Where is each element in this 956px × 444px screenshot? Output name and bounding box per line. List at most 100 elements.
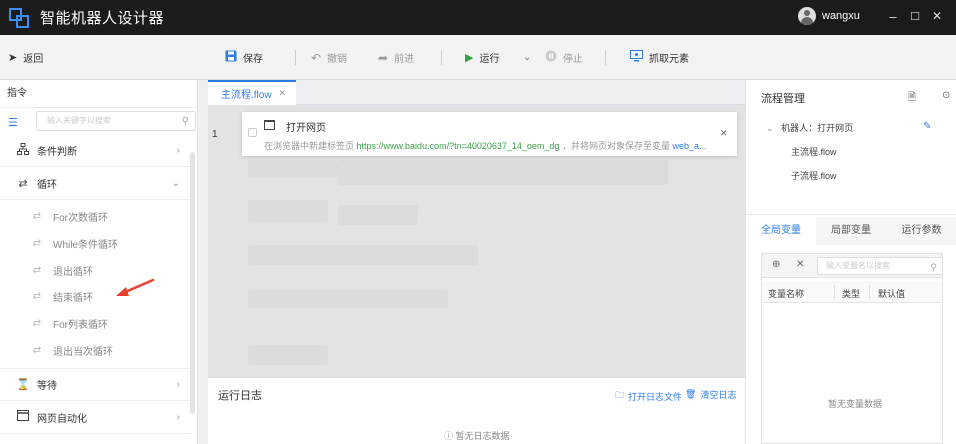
loop-icon: ⇄ [18,177,28,190]
title-bar: 智能机器人设计器 wangxu – ☐ ✕ [0,0,956,35]
step-checkbox[interactable] [248,128,257,137]
add-variable-icon[interactable]: ⊕ [772,259,780,270]
column-variable-name: 变量名称 [768,289,805,299]
username: wangxu [822,10,860,22]
browser-icon [16,410,30,424]
toolbar-divider [295,50,296,65]
minimize-button[interactable]: – [886,9,900,24]
column-default-value: 默认值 [878,289,906,299]
editor-tab-bar: 主流程.flow ✕ [208,80,745,105]
run-dropdown-chevron-icon[interactable]: ⌄ [523,35,531,80]
edit-pen-icon[interactable]: ✎ [923,121,931,132]
panel-divider [746,214,956,215]
tree-item-sub-flow[interactable]: 子流程.flow [791,169,837,182]
category-condition[interactable]: 条件判断 › [0,134,190,167]
loop-item-for-list[interactable]: ⇄ For列表循环 [0,310,190,337]
avatar [798,7,816,25]
step-delete-icon[interactable]: ✕ [720,128,728,139]
chevron-down-icon: ⌄ [171,177,180,189]
toolbar-divider [605,50,606,65]
delete-variable-icon[interactable]: ✕ [796,259,804,270]
step-title: 打开网页 [286,123,326,134]
maximize-button[interactable]: ☐ [908,10,922,23]
toolbar-divider [441,50,442,65]
close-button[interactable]: ✕ [930,9,944,23]
redo-icon: ➦ [378,50,389,65]
close-tab-icon[interactable]: ✕ [279,88,287,99]
new-file-icon[interactable]: 🗎 [908,90,916,107]
loop-item-break[interactable]: ⇄ 退出循环 [0,257,190,284]
step-variable: web_a... [672,141,707,151]
hourglass-icon: ⌛ [16,379,30,391]
collapse-menu-icon[interactable]: ☰ [8,116,18,129]
variable-search-input[interactable]: 输入变量名以搜索 ⚲ [817,257,943,275]
step-description: 在浏览器中新建标签页 https://www.baidu.com/?tn=400… [264,141,707,151]
log-empty-state: ⓘ 暂无日志数据 [444,431,510,441]
app-logo-icon [9,7,29,28]
category-wait[interactable]: ⌛ 等待 › [0,368,190,401]
monitor-icon [630,50,643,65]
chevron-down-icon: ⌄ [766,123,774,133]
stop-button[interactable]: 停止 [545,35,583,80]
flow-management-title: 流程管理 [761,93,805,105]
clear-log-button[interactable]: 🗑 清空日志 [685,388,736,401]
variable-tab-bar: 全局变量 局部变量 运行参数 [746,217,956,245]
loop-item-end[interactable]: ⇄ 结束循环 [0,283,190,310]
command-search-input[interactable]: 输入关键字以搜索 ⚲ [36,111,196,131]
loop-item-while[interactable]: ⇄ While条件循环 [0,230,190,257]
loop-icon: ⇄ [32,265,42,276]
loop-item-continue[interactable]: ⇄ 退出当次循环 [0,337,190,364]
loop-item-for-count[interactable]: ⇄ For次数循环 [0,203,190,230]
category-loop[interactable]: ⇄ 循环 ⌄ [0,167,190,200]
open-log-file-button[interactable]: 🗀 打开日志文件 [615,388,682,404]
tab-main-flow[interactable]: 主流程.flow ✕ [208,80,296,105]
loop-icon: ⇄ [32,345,42,356]
tab-local-variables[interactable]: 局部变量 [816,217,886,245]
tree-root-robot[interactable]: ⌄ 机器人：打开网页 [766,121,853,134]
folder-icon: 🗀 [615,390,625,400]
run-log-panel: 运行日志 🗀 打开日志文件 🗑 清空日志 ⓘ 暂无日志数据 [208,377,745,444]
paper-plane-icon: ➤ [8,52,18,64]
red-arrow-annotation-icon [116,278,155,296]
undo-button[interactable]: ↶ 撤销 [311,35,347,80]
category-web-automation[interactable]: 网页自动化 › [0,401,190,434]
tab-run-parameters[interactable]: 运行参数 [886,217,956,245]
back-button[interactable]: ➤ 返回 [8,35,43,80]
tree-item-main-flow[interactable]: 主流程.flow [791,145,837,158]
loop-icon: ⇄ [32,211,42,222]
play-icon: ▶ [465,52,474,64]
chevron-right-icon: › [176,144,180,156]
loop-icon: ⇄ [32,238,42,249]
trash-icon: 🗑 [685,389,697,399]
loop-icon: ⇄ [32,291,42,302]
variable-toolbar: ⊕ ✕ 输入变量名以搜索 ⚲ [762,254,943,278]
flow-management-panel: 流程管理 🗎 ⊙ ⌄ 机器人：打开网页 ✎ 主流程.flow 子流程.flow … [745,80,956,444]
run-button[interactable]: ▶ 运行 [465,35,499,80]
log-title: 运行日志 [218,390,262,402]
loop-icon: ⇄ [32,318,42,329]
branch-icon [16,142,30,158]
toolbar: ➤ 返回 保存 ↶ 撤销 ➦ 前进 ▶ 运行 ⌄ 停止 抓取元素 [0,35,956,80]
command-panel-header: 指令 [0,80,197,108]
redo-button[interactable]: ➦ 前进 [378,35,414,80]
save-button[interactable]: 保存 [225,35,263,80]
browser-icon [264,120,275,130]
search-icon[interactable]: ⚲ [182,116,189,127]
capture-element-button[interactable]: 抓取元素 [630,35,689,80]
variable-table: ⊕ ✕ 输入变量名以搜索 ⚲ 变量名称 类型 默认值 暂无变量数据 [761,253,943,444]
column-type: 类型 [842,289,861,299]
command-panel-scrollbar[interactable] [190,152,195,414]
variable-empty-state: 暂无变量数据 [828,399,883,409]
add-circle-icon[interactable]: ⊙ [942,90,950,101]
user-menu[interactable]: wangxu [798,7,860,25]
command-panel: 指令 ☰ 输入关键字以搜索 ⚲ 条件判断 › ⇄ 循环 ⌄ ⇄ For次数循环 ⇄… [0,80,198,444]
step-url: https://www.baidu.com/?tn=40020637_14_oe… [356,141,560,151]
search-icon[interactable]: ⚲ [930,259,937,275]
info-icon: ⓘ [444,431,454,441]
undo-icon: ↶ [311,50,322,65]
stop-icon [545,50,557,65]
tab-global-variables[interactable]: 全局变量 [746,217,816,245]
step-line-number: 1 [212,129,218,140]
variable-table-header: 变量名称 类型 默认值 [762,281,942,303]
save-icon [225,50,237,65]
